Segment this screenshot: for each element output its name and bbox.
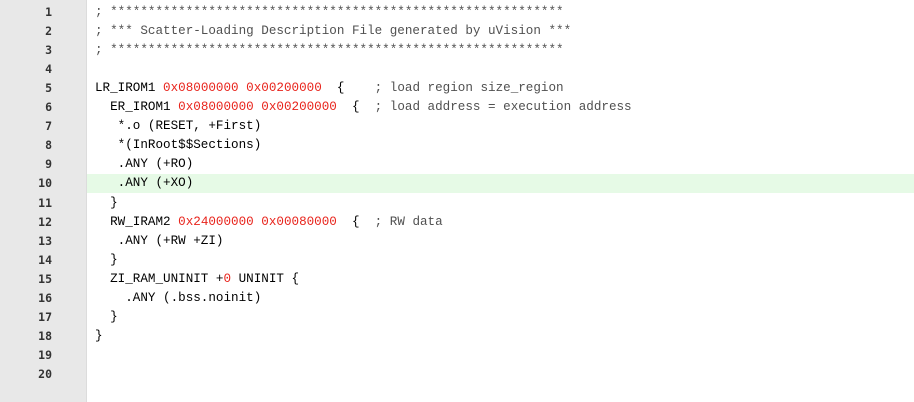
code-token: } [95, 309, 118, 324]
numeric-literal: 0x08000000 [163, 81, 239, 96]
code-line[interactable]: 8 *(InRoot$$Sections) [0, 136, 914, 155]
code-token: .ANY (+XO) [95, 176, 194, 191]
line-number: 8 [45, 138, 52, 153]
code-token: ZI_RAM_UNINIT + [95, 271, 224, 286]
code-line[interactable]: 9 .ANY (+RO) [0, 155, 914, 174]
code-text: .ANY (+RW +ZI) [95, 232, 224, 251]
code-text: .ANY (.bss.noinit) [95, 289, 261, 308]
code-text: .ANY (+RO) [95, 155, 194, 174]
code-text: } [95, 194, 118, 213]
code-token: RW_IRAM2 [95, 214, 179, 229]
code-text: .ANY (+XO) [95, 174, 194, 193]
line-number: 15 [38, 271, 52, 286]
code-line[interactable]: 10 .ANY (+XO) [0, 174, 914, 194]
code-text: ; **************************************… [95, 3, 564, 22]
line-number: 2 [45, 24, 52, 39]
code-line[interactable]: 14 } [0, 251, 914, 270]
line-number: 13 [38, 233, 52, 248]
code-token: } [95, 252, 118, 267]
code-line-background [87, 251, 914, 270]
line-number: 16 [38, 290, 52, 305]
numeric-literal: 0x00200000 [261, 100, 337, 115]
line-number: 7 [45, 119, 52, 134]
code-editor[interactable]: 1 ; *************************************… [0, 0, 914, 402]
code-comment: ; RW data [374, 214, 443, 229]
numeric-literal: 0x00200000 [246, 81, 322, 96]
code-token: .ANY (.bss.noinit) [95, 290, 262, 305]
code-line[interactable]: 11 } [0, 194, 914, 213]
code-token: *(InRoot$$Sections) [95, 138, 262, 153]
code-token: LR_IROM1 [95, 81, 164, 96]
code-line[interactable]: 4 [0, 60, 914, 79]
code-comment: ; **************************************… [95, 43, 564, 58]
line-number: 9 [45, 157, 52, 172]
code-line[interactable]: 6 ER_IROM1 0x08000000 0x00200000 { ; loa… [0, 98, 914, 117]
code-line[interactable]: 2 ; *** Scatter-Loading Description File … [0, 22, 914, 41]
code-line[interactable]: 13 .ANY (+RW +ZI) [0, 232, 914, 251]
code-token: *.o (RESET, +First) [95, 119, 262, 134]
code-line-background [87, 174, 914, 194]
line-number: 5 [45, 81, 52, 96]
code-comment: ; *** Scatter-Loading Description File g… [95, 24, 572, 39]
code-line-background [87, 327, 914, 346]
code-comment: ; load region size_region [374, 81, 564, 96]
line-number: 11 [38, 195, 52, 210]
numeric-literal: 0 [223, 271, 232, 286]
code-line[interactable]: 12 RW_IRAM2 0x24000000 0x00080000 { ; RW… [0, 213, 914, 232]
code-text: ; **************************************… [95, 41, 564, 60]
numeric-literal: 0x08000000 [178, 100, 254, 115]
code-token: .ANY (+RW +ZI) [95, 233, 224, 248]
code-text: } [95, 327, 103, 346]
line-number: 14 [38, 252, 52, 267]
code-text: } [95, 308, 118, 327]
code-line-background [87, 155, 914, 174]
numeric-literal: 0x00080000 [261, 214, 337, 229]
line-number: 18 [38, 328, 52, 343]
code-text: } [95, 251, 118, 270]
code-line[interactable]: 16 .ANY (.bss.noinit) [0, 289, 914, 308]
code-text: ER_IROM1 0x08000000 0x00200000 { ; load … [95, 98, 632, 117]
line-number: 20 [38, 366, 52, 381]
code-line[interactable]: 18} [0, 327, 914, 346]
code-text: LR_IROM1 0x08000000 0x00200000 { ; load … [95, 79, 564, 98]
numeric-literal: 0x24000000 [178, 214, 254, 229]
line-number: 4 [45, 62, 52, 77]
code-token: } [95, 328, 103, 343]
line-number: 12 [38, 214, 52, 229]
line-number: 1 [45, 5, 52, 19]
line-number: 19 [38, 347, 52, 362]
code-line[interactable]: 5 LR_IROM1 0x08000000 0x00200000 { ; load… [0, 79, 914, 98]
code-line[interactable]: 1 ; *************************************… [0, 3, 914, 22]
code-line-background [87, 194, 914, 213]
code-line[interactable]: 3 ; *************************************… [0, 41, 914, 60]
code-line[interactable]: 19 [0, 346, 914, 365]
code-comment: ; load address = execution address [374, 100, 632, 115]
line-number: 3 [45, 43, 52, 58]
code-line[interactable]: 20 [0, 365, 914, 384]
code-token: { [336, 214, 375, 229]
code-comment: ; **************************************… [95, 5, 564, 19]
code-text: *(InRoot$$Sections) [95, 136, 262, 155]
code-token: { [336, 100, 375, 115]
code-text: ; *** Scatter-Loading Description File g… [95, 22, 571, 41]
code-text: RW_IRAM2 0x24000000 0x00080000 { ; RW da… [95, 213, 443, 232]
code-line-background [87, 346, 914, 365]
code-token: .ANY (+RO) [95, 157, 194, 172]
code-line[interactable]: 15 ZI_RAM_UNINIT +0 UNINIT { [0, 270, 914, 289]
code-line[interactable]: 7 *.o (RESET, +First) [0, 117, 914, 136]
code-text: *.o (RESET, +First) [95, 117, 262, 136]
code-line-background [87, 365, 914, 384]
code-token: { [321, 81, 375, 96]
code-token: } [95, 195, 118, 210]
line-number: 17 [38, 309, 52, 324]
code-line-background [87, 60, 914, 79]
code-line[interactable]: 17 } [0, 308, 914, 327]
code-token: UNINIT { [231, 271, 300, 286]
line-number: 6 [45, 100, 52, 115]
code-token: ER_IROM1 [95, 100, 179, 115]
line-number: 10 [38, 176, 52, 191]
code-line-background [87, 308, 914, 327]
code-text: ZI_RAM_UNINIT +0 UNINIT { [95, 270, 299, 289]
